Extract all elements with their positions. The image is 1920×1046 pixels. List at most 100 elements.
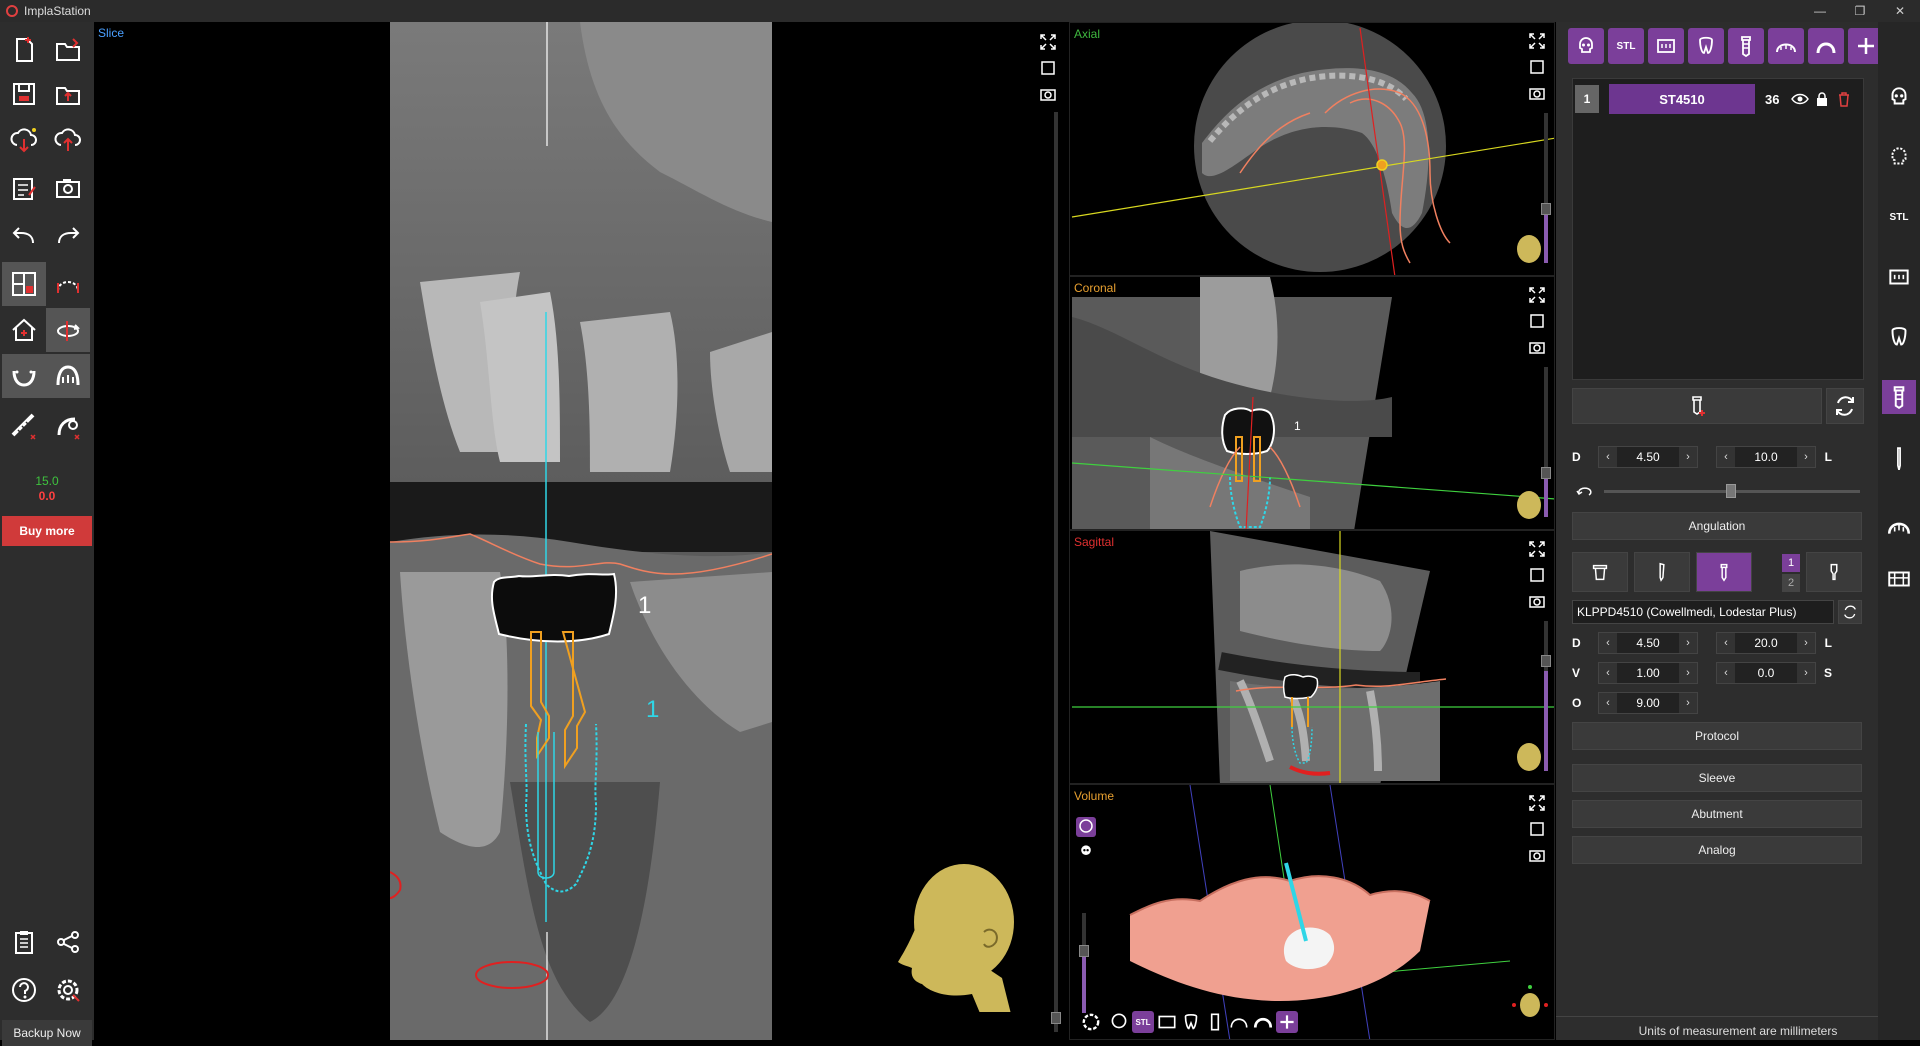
abutment-length-decrease[interactable]: ‹ <box>1717 633 1735 653</box>
axial-head-icon[interactable] <box>1514 233 1544 267</box>
v-value[interactable]: 1.00 <box>1617 666 1679 680</box>
measure-button[interactable] <box>2 404 46 448</box>
capture-view-button[interactable] <box>1038 84 1058 104</box>
volume-skull-button[interactable] <box>1108 1011 1130 1033</box>
undo-button[interactable] <box>2 214 46 258</box>
sidebar-face-button[interactable] <box>1882 140 1916 174</box>
o-increase[interactable]: › <box>1679 693 1697 713</box>
volume-capture-button[interactable] <box>1527 845 1547 865</box>
o-value[interactable]: 9.00 <box>1617 696 1679 710</box>
sagittal-window-button[interactable] <box>1527 565 1547 585</box>
s-increase[interactable]: › <box>1797 663 1815 683</box>
v-decrease[interactable]: ‹ <box>1599 663 1617 683</box>
close-button[interactable]: ✕ <box>1880 4 1920 18</box>
buy-more-button[interactable]: Buy more <box>2 516 92 546</box>
panoramic-curve-button[interactable] <box>46 262 90 306</box>
model-refresh-button[interactable] <box>1838 600 1862 624</box>
s-value[interactable]: 0.0 <box>1735 666 1797 680</box>
maxilla-button[interactable] <box>46 354 90 398</box>
cloud-upload-button[interactable] <box>46 118 90 162</box>
page-1-button[interactable]: 1 <box>1782 554 1800 572</box>
refresh-implant-button[interactable] <box>1826 388 1864 424</box>
new-project-button[interactable] <box>2 28 46 72</box>
mandible-button[interactable] <box>2 354 46 398</box>
arch-mode-button[interactable] <box>1768 28 1804 64</box>
home-view-button[interactable] <box>2 308 46 352</box>
implant-model-field[interactable]: KLPPD4510 (Cowellmedi, Lodestar Plus) <box>1572 600 1834 624</box>
clipboard-button[interactable] <box>2 920 46 964</box>
lock-icon[interactable] <box>1815 91 1829 107</box>
axial-capture-button[interactable] <box>1527 83 1547 103</box>
coronal-slider[interactable] <box>1541 367 1551 517</box>
tooth-mode-button[interactable] <box>1688 28 1724 64</box>
maximize-view-button[interactable] <box>1038 32 1058 52</box>
pin-type-button[interactable] <box>1806 552 1862 592</box>
length-increase[interactable]: › <box>1797 447 1815 467</box>
open-project-button[interactable] <box>46 28 90 72</box>
coronal-maximize-button[interactable] <box>1527 285 1547 305</box>
volume-scan-button[interactable] <box>1156 1011 1178 1033</box>
volume-opacity-slider-knob[interactable] <box>1079 945 1089 957</box>
abutment-diameter-value[interactable]: 4.50 <box>1617 636 1679 650</box>
sidebar-pin-button[interactable] <box>1882 442 1916 476</box>
implant-row[interactable]: 1 ST4510 36 <box>1573 83 1863 115</box>
sagittal-maximize-button[interactable] <box>1527 539 1547 559</box>
sagittal-view[interactable]: Sagittal <box>1069 530 1555 784</box>
implant-type-button[interactable] <box>1696 552 1752 592</box>
rotate-view-button[interactable] <box>46 308 90 352</box>
diameter-increase[interactable]: › <box>1679 447 1697 467</box>
restore-button[interactable]: ❐ <box>1840 4 1880 18</box>
diameter-decrease[interactable]: ‹ <box>1599 447 1617 467</box>
sidebar-skull-button[interactable] <box>1882 80 1916 114</box>
sagittal-capture-button[interactable] <box>1527 591 1547 611</box>
redo-button[interactable] <box>46 214 90 258</box>
volume-orientation-icon[interactable] <box>1510 983 1550 1027</box>
volume-view[interactable]: Volume STL <box>1069 784 1555 1040</box>
o-spinner[interactable]: ‹ 9.00 › <box>1598 692 1698 714</box>
abutment-diameter-spinner[interactable]: ‹ 4.50 › <box>1598 632 1698 654</box>
cloud-download-button[interactable] <box>2 118 46 162</box>
axial-slider[interactable] <box>1541 113 1551 263</box>
abutment-length-value[interactable]: 20.0 <box>1735 636 1797 650</box>
angle-measure-button[interactable] <box>46 404 90 448</box>
help-button[interactable] <box>2 968 46 1012</box>
s-decrease[interactable]: ‹ <box>1717 663 1735 683</box>
sagittal-head-icon[interactable] <box>1514 741 1544 775</box>
diameter-spinner[interactable]: ‹ 4.50 › <box>1598 446 1698 468</box>
export-button[interactable] <box>46 72 90 116</box>
v-increase[interactable]: › <box>1679 663 1697 683</box>
slice-view[interactable]: Slice 1 1 <box>94 22 1068 1040</box>
screenshot-button[interactable] <box>46 166 90 210</box>
volume-guide-button[interactable] <box>1252 1011 1274 1033</box>
volume-add-button[interactable] <box>1276 1011 1298 1033</box>
volume-implant-button[interactable] <box>1204 1011 1226 1033</box>
axial-window-button[interactable] <box>1527 57 1547 77</box>
trash-icon[interactable] <box>1837 91 1851 107</box>
volume-arch-button[interactable] <box>1228 1011 1250 1033</box>
eye-icon[interactable] <box>1791 92 1809 106</box>
volume-skull-alt-toggle[interactable] <box>1076 841 1096 861</box>
angulation-button[interactable]: Angulation <box>1572 512 1862 540</box>
rotation-slider-thumb[interactable] <box>1726 484 1736 498</box>
analog-button[interactable]: Analog <box>1572 836 1862 864</box>
abutment-diameter-decrease[interactable]: ‹ <box>1599 633 1617 653</box>
coronal-window-button[interactable] <box>1527 311 1547 331</box>
drill-type-button[interactable] <box>1634 552 1690 592</box>
s-spinner[interactable]: ‹ 0.0 › <box>1716 662 1816 684</box>
page-2-button[interactable]: 2 <box>1782 574 1800 592</box>
length-value[interactable]: 10.0 <box>1735 450 1797 464</box>
save-button[interactable] <box>2 72 46 116</box>
slice-depth-slider[interactable] <box>1051 112 1061 1032</box>
coronal-capture-button[interactable] <box>1527 337 1547 357</box>
abutment-length-spinner[interactable]: ‹ 20.0 › <box>1716 632 1816 654</box>
crown-type-button[interactable] <box>1572 552 1628 592</box>
sagittal-slider-knob[interactable] <box>1541 655 1551 667</box>
coronal-view[interactable]: Coronal 1 <box>1069 276 1555 530</box>
stl-mode-button[interactable]: STL <box>1608 28 1644 64</box>
guide-mode-button[interactable] <box>1808 28 1844 64</box>
backup-now-button[interactable]: Backup Now <box>2 1020 92 1046</box>
minimize-button[interactable]: — <box>1800 4 1840 18</box>
axial-maximize-button[interactable] <box>1527 31 1547 51</box>
sagittal-slider[interactable] <box>1541 621 1551 771</box>
abutment-button[interactable]: Abutment <box>1572 800 1862 828</box>
